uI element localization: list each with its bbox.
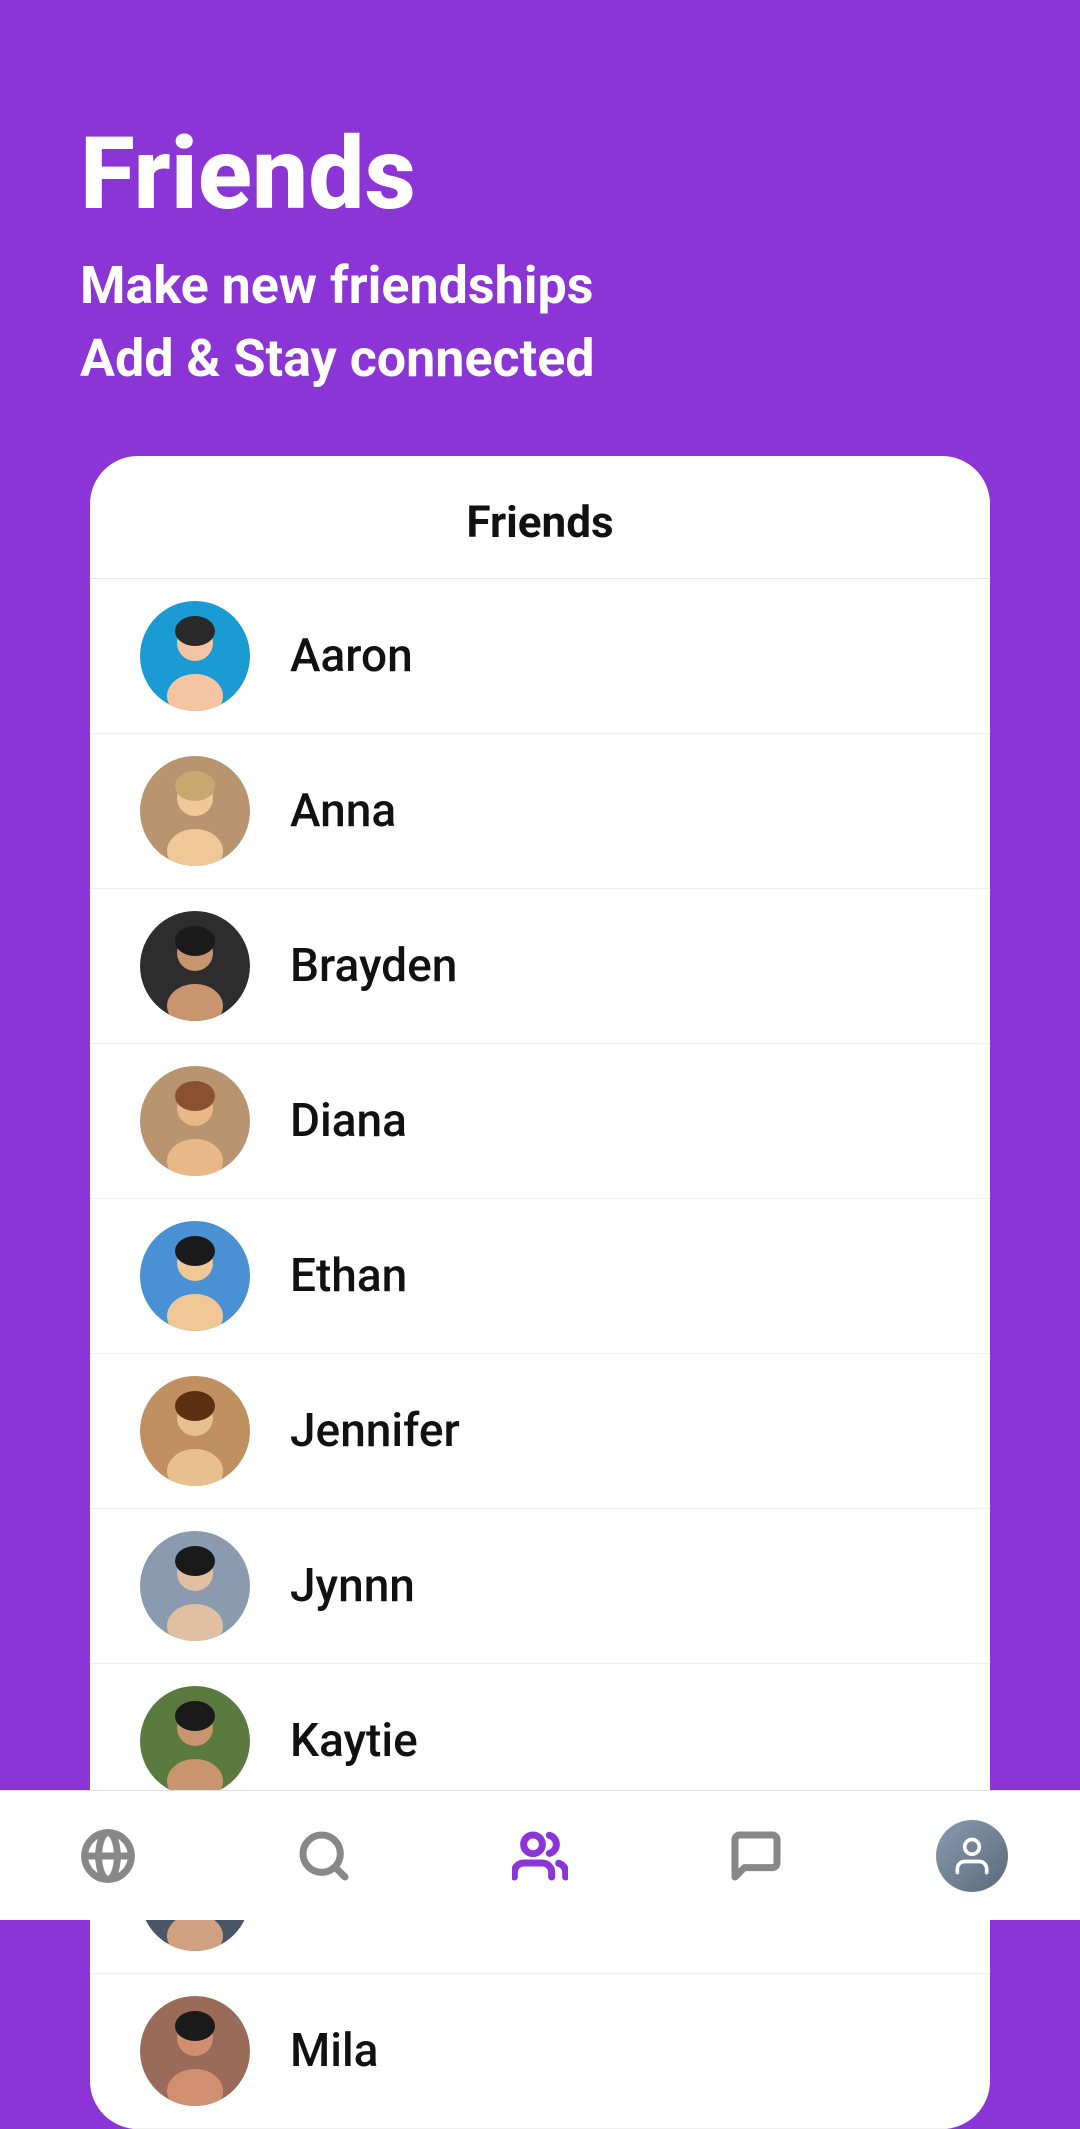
nav-item-profile[interactable] bbox=[912, 1816, 1032, 1896]
avatar-kaytie bbox=[140, 1686, 250, 1796]
friends-icon bbox=[512, 1828, 568, 1884]
friend-name-anna: Anna bbox=[290, 784, 396, 838]
friend-name-kaytie: Kaytie bbox=[290, 1714, 418, 1768]
bottom-nav bbox=[0, 1790, 1080, 1920]
avatar-anna bbox=[140, 756, 250, 866]
avatar-mila bbox=[140, 1996, 250, 2106]
friend-item-jennifer[interactable]: Jennifer bbox=[90, 1354, 990, 1509]
friend-item-brayden[interactable]: Brayden bbox=[90, 889, 990, 1044]
friend-name-jennifer: Jennifer bbox=[290, 1404, 460, 1458]
nav-item-friends[interactable] bbox=[480, 1816, 600, 1896]
friend-item-diana[interactable]: Diana bbox=[90, 1044, 990, 1199]
friend-name-aaron: Aaron bbox=[290, 629, 413, 683]
page-title: Friends bbox=[80, 120, 1000, 230]
avatar-aaron bbox=[140, 601, 250, 711]
friend-name-diana: Diana bbox=[290, 1094, 407, 1148]
friend-name-brayden: Brayden bbox=[290, 939, 457, 993]
avatar-ethan bbox=[140, 1221, 250, 1331]
nav-item-messages[interactable] bbox=[696, 1816, 816, 1896]
chat-icon bbox=[728, 1828, 784, 1884]
avatar-jynnn bbox=[140, 1531, 250, 1641]
card-title: Friends bbox=[90, 456, 990, 579]
avatar-jennifer bbox=[140, 1376, 250, 1486]
profile-avatar bbox=[936, 1820, 1008, 1892]
friend-item-ethan[interactable]: Ethan bbox=[90, 1199, 990, 1354]
friend-item-anna[interactable]: Anna bbox=[90, 734, 990, 889]
friend-name-mila: Mila bbox=[290, 2024, 378, 2078]
page-subtitle: Make new friendships Add & Stay connecte… bbox=[80, 250, 1000, 396]
avatar-brayden bbox=[140, 911, 250, 1021]
nav-item-explore[interactable] bbox=[48, 1816, 168, 1896]
friend-item-aaron[interactable]: Aaron bbox=[90, 579, 990, 734]
globe-icon bbox=[80, 1828, 136, 1884]
avatar-diana bbox=[140, 1066, 250, 1176]
header: Friends Make new friendships Add & Stay … bbox=[0, 0, 1080, 456]
profile-avatar-icon bbox=[950, 1834, 994, 1878]
friend-item-jynnn[interactable]: Jynnn bbox=[90, 1509, 990, 1664]
friend-item-mila[interactable]: Mila bbox=[90, 1974, 990, 2129]
search-icon bbox=[296, 1828, 352, 1884]
friend-name-jynnn: Jynnn bbox=[290, 1559, 415, 1613]
friend-name-ethan: Ethan bbox=[290, 1249, 407, 1303]
nav-item-search[interactable] bbox=[264, 1816, 384, 1896]
